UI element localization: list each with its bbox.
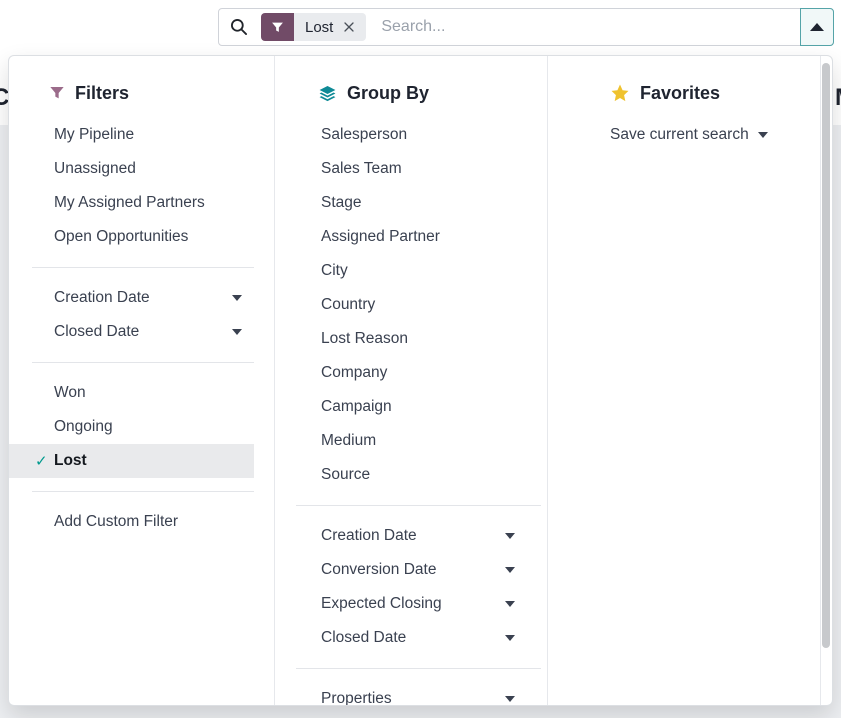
groupby-item-label: Company (321, 364, 387, 382)
filter-item-label: Creation Date (54, 289, 150, 307)
background-partial-text-right: M (835, 84, 841, 112)
separator (32, 267, 254, 268)
groupby-item-city[interactable]: City (275, 254, 527, 288)
groupby-item-source[interactable]: Source (275, 458, 527, 492)
chevron-down-icon (505, 635, 515, 641)
groupby-item-label: Assigned Partner (321, 228, 440, 246)
chevron-down-icon (232, 329, 242, 335)
groupby-item-label: Conversion Date (321, 561, 436, 579)
separator (32, 491, 254, 492)
filter-item-closed-date[interactable]: Closed Date (9, 315, 254, 349)
check-icon: ✓ (35, 454, 48, 469)
filter-item-my-assigned-partners[interactable]: My Assigned Partners (9, 186, 254, 220)
separator (296, 505, 541, 506)
filters-column: Filters My Pipeline Unassigned My Assigned… (9, 56, 275, 705)
groupby-item-stage[interactable]: Stage (275, 186, 527, 220)
page-background: C M Lost (0, 0, 841, 718)
groupby-item-label: Salesperson (321, 126, 407, 144)
facet-body: Lost (294, 13, 366, 41)
chevron-down-icon (505, 533, 515, 539)
favorites-column: Favorites Save current search (548, 56, 821, 705)
groupby-item-label: City (321, 262, 348, 280)
group-by-title: Group By (347, 83, 429, 104)
filter-item-unassigned[interactable]: Unassigned (9, 152, 254, 186)
groupby-item-label: Properties (321, 690, 392, 706)
search-facet-lost: Lost (261, 13, 366, 41)
filters-header: Filters (9, 82, 274, 104)
filter-item-label: Lost (54, 452, 87, 470)
search-toggle-button[interactable] (800, 8, 834, 46)
groupby-item-label: Sales Team (321, 160, 402, 178)
filter-item-creation-date[interactable]: Creation Date (9, 281, 254, 315)
facet-remove-icon[interactable] (343, 21, 355, 33)
filter-item-lost[interactable]: ✓ Lost (9, 444, 254, 478)
groupby-item-label: Stage (321, 194, 362, 212)
groupby-item-creation-date[interactable]: Creation Date (275, 519, 527, 553)
chevron-down-icon (232, 295, 242, 301)
favorites-item-label: Save current search (610, 126, 749, 144)
filter-funnel-icon (49, 85, 65, 101)
filter-item-add-custom-filter[interactable]: Add Custom Filter (9, 505, 254, 539)
groupby-item-expected-closing[interactable]: Expected Closing (275, 587, 527, 621)
group-by-header: Group By (275, 82, 547, 104)
star-icon (610, 83, 630, 103)
caret-up-icon (810, 23, 824, 31)
separator (296, 668, 541, 669)
groupby-item-closed-date[interactable]: Closed Date (275, 621, 527, 655)
favorites-header: Favorites (548, 82, 820, 104)
groupby-item-lost-reason[interactable]: Lost Reason (275, 322, 527, 356)
filter-item-open-opportunities[interactable]: Open Opportunities (9, 220, 254, 254)
groupby-item-label: Campaign (321, 398, 392, 416)
filter-item-ongoing[interactable]: Ongoing (9, 410, 254, 444)
groupby-item-label: Source (321, 466, 370, 484)
groupby-item-label: Creation Date (321, 527, 417, 545)
filters-title: Filters (75, 83, 129, 104)
groupby-item-label: Closed Date (321, 629, 406, 647)
groupby-item-assigned-partner[interactable]: Assigned Partner (275, 220, 527, 254)
chevron-down-icon (505, 601, 515, 607)
filter-item-my-pipeline[interactable]: My Pipeline (9, 118, 254, 152)
chevron-down-icon (505, 567, 515, 573)
groupby-item-properties[interactable]: Properties (275, 682, 527, 706)
filter-item-label: Ongoing (54, 418, 113, 436)
groupby-item-campaign[interactable]: Campaign (275, 390, 527, 424)
filter-facet-icon (261, 13, 294, 41)
groupby-item-label: Lost Reason (321, 330, 408, 348)
panel-scrollbar[interactable] (821, 56, 832, 705)
filter-item-won[interactable]: Won (9, 376, 254, 410)
groupby-item-company[interactable]: Company (275, 356, 527, 390)
layers-icon (318, 84, 337, 103)
groupby-item-country[interactable]: Country (275, 288, 527, 322)
filter-item-label: My Pipeline (54, 126, 134, 144)
scrollbar-thumb[interactable] (822, 63, 830, 648)
search-bar: Lost (218, 8, 834, 46)
favorites-title: Favorites (640, 83, 720, 104)
search-input[interactable] (366, 18, 800, 36)
groupby-item-salesperson[interactable]: Salesperson (275, 118, 527, 152)
facet-label: Lost (305, 19, 333, 36)
filter-item-label: Closed Date (54, 323, 139, 341)
chevron-down-icon (758, 132, 768, 138)
group-by-column: Group By Salesperson Sales Team Stage Assig… (275, 56, 548, 705)
filter-item-label: Won (54, 384, 86, 402)
chevron-down-icon (505, 696, 515, 702)
favorites-item-save-current-search[interactable]: Save current search (548, 118, 810, 152)
groupby-item-label: Medium (321, 432, 376, 450)
filter-item-label: Add Custom Filter (54, 513, 178, 531)
groupby-item-medium[interactable]: Medium (275, 424, 527, 458)
groupby-item-sales-team[interactable]: Sales Team (275, 152, 527, 186)
filter-item-label: My Assigned Partners (54, 194, 205, 212)
groupby-item-conversion-date[interactable]: Conversion Date (275, 553, 527, 587)
separator (32, 362, 254, 363)
filter-item-label: Unassigned (54, 160, 136, 178)
filter-item-label: Open Opportunities (54, 228, 188, 246)
search-icon (229, 17, 249, 37)
groupby-item-label: Country (321, 296, 375, 314)
groupby-item-label: Expected Closing (321, 595, 442, 613)
search-dropdown-panel: Filters My Pipeline Unassigned My Assigned… (8, 55, 833, 706)
